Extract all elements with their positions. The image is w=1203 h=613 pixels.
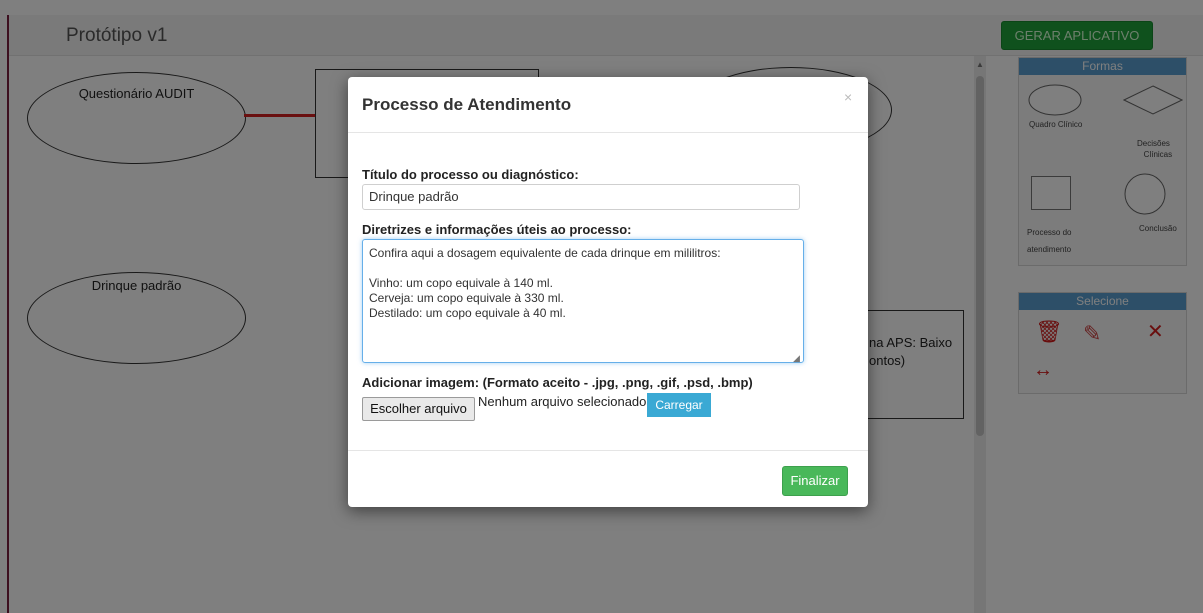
resize-handle-icon[interactable]: ◢ — [793, 353, 800, 364]
choose-file-button[interactable]: Escolher arquivo — [362, 397, 475, 421]
process-modal: Processo de Atendimento × Título do proc… — [348, 77, 868, 507]
modal-footer: Finalizar — [348, 450, 868, 508]
upload-button[interactable]: Carregar — [647, 393, 711, 417]
process-title-label: Título do processo ou diagnóstico: — [362, 167, 579, 182]
image-upload-label: Adicionar imagem: (Formato aceito - .jpg… — [362, 375, 753, 390]
process-title-input[interactable]: Drinque padrão — [362, 184, 800, 210]
guidelines-label: Diretrizes e informações úteis ao proces… — [362, 222, 632, 237]
modal-header: Processo de Atendimento × — [348, 77, 868, 133]
close-icon[interactable]: × — [844, 89, 852, 105]
file-status-text: Nenhum arquivo selecionado — [478, 394, 647, 409]
modal-title: Processo de Atendimento — [362, 95, 572, 114]
finish-button[interactable]: Finalizar — [782, 466, 848, 496]
guidelines-textarea[interactable]: Confira aqui a dosagem equivalente de ca… — [362, 239, 804, 363]
